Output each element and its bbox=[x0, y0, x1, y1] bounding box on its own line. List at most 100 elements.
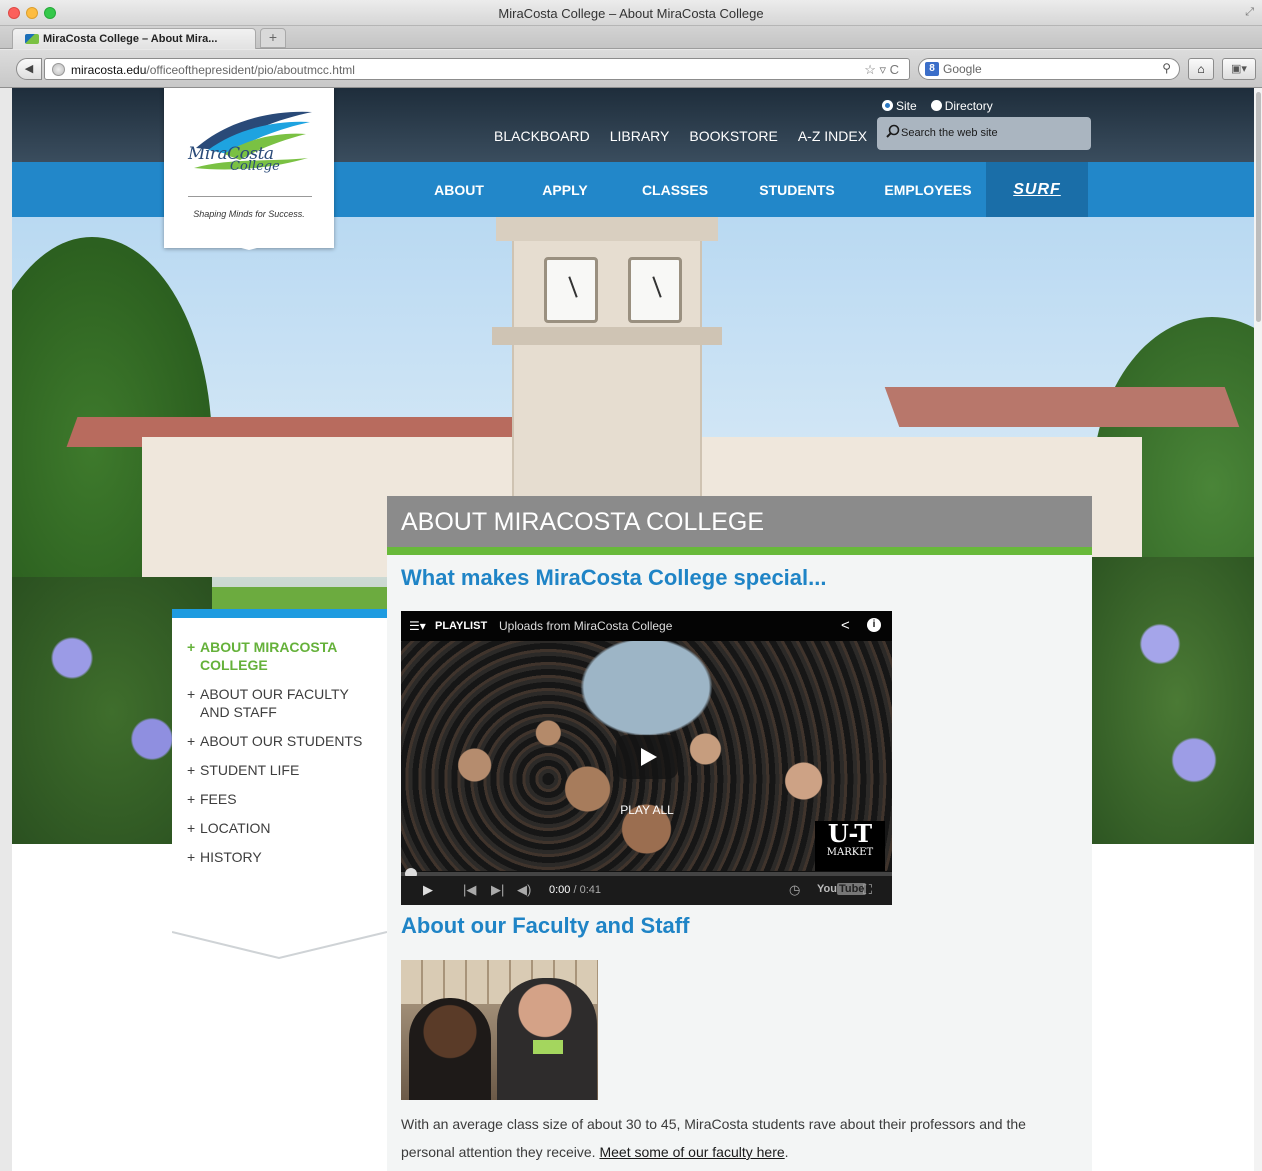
scope-label-directory: Directory bbox=[944, 99, 993, 113]
side-menu: + ABOUT MIRACOSTA COLLEGE + ABOUT OUR FACU… bbox=[187, 638, 377, 877]
side-item-label: ABOUT MIRACOSTA COLLEGE bbox=[200, 639, 337, 673]
playlist-label[interactable]: PLAYLIST bbox=[435, 620, 487, 632]
nav-students[interactable]: STUDENTS bbox=[724, 162, 870, 217]
nav-classes[interactable]: CLASSES bbox=[626, 162, 724, 217]
fullscreen-icon[interactable]: ⤢ bbox=[1245, 6, 1254, 19]
next-icon[interactable]: ▶| bbox=[491, 882, 504, 898]
utility-nav: BLACKBOARD LIBRARY BOOKSTORE A-Z INDEX bbox=[494, 128, 867, 144]
side-item-location[interactable]: + LOCATION bbox=[187, 819, 377, 837]
playlist-icon[interactable]: ☰▾ bbox=[409, 619, 426, 633]
side-item-label: STUDENT LIFE bbox=[200, 762, 300, 778]
search-icon[interactable]: ⚲ bbox=[1162, 61, 1171, 75]
logo-tagline: Shaping Minds for Success. bbox=[193, 209, 305, 219]
side-item-history[interactable]: + HISTORY bbox=[187, 848, 377, 866]
plus-icon: + bbox=[187, 686, 196, 702]
logo-subword: College bbox=[230, 159, 280, 174]
browser-search-field[interactable]: 8 Google ⚲ bbox=[918, 58, 1180, 80]
watch-later-icon[interactable]: ◷ bbox=[789, 882, 800, 898]
util-link-blackboard[interactable]: BLACKBOARD bbox=[494, 128, 590, 144]
scope-option-directory[interactable]: Directory bbox=[930, 99, 993, 113]
scope-label-site: Site bbox=[896, 99, 917, 113]
nav-surf[interactable]: SURF bbox=[986, 162, 1088, 217]
plus-icon: + bbox=[187, 762, 196, 778]
main-nav: ABOUT APPLY CLASSES STUDENTS EMPLOYEES S… bbox=[414, 162, 1088, 217]
faculty-photo bbox=[401, 960, 598, 1100]
tab-title: MiraCosta College – About Mira... bbox=[43, 33, 218, 45]
tab-bar: MiraCosta College – About Mira... + bbox=[0, 26, 1262, 49]
photo-student bbox=[409, 998, 491, 1100]
side-item-faculty-staff[interactable]: + ABOUT OUR FACULTY AND STAFF bbox=[187, 685, 377, 721]
util-link-az-index[interactable]: A-Z INDEX bbox=[798, 128, 867, 144]
plus-icon: + bbox=[187, 849, 196, 865]
back-button[interactable]: ◀ bbox=[16, 58, 42, 80]
side-item-label: HISTORY bbox=[200, 849, 262, 865]
big-play-button[interactable] bbox=[616, 735, 678, 779]
photo-collar bbox=[533, 1040, 563, 1054]
window-title: MiraCosta College – About MiraCosta Coll… bbox=[498, 6, 764, 21]
heading-special: What makes MiraCosta College special... bbox=[401, 565, 827, 590]
site-search-box bbox=[877, 117, 1091, 150]
playlist-title[interactable]: Uploads from MiraCosta College bbox=[499, 619, 672, 633]
youtube-logo[interactable]: You Tube bbox=[817, 883, 867, 895]
nav-about[interactable]: ABOUT bbox=[414, 162, 504, 217]
logo-divider bbox=[188, 196, 312, 197]
page-scrollbar-thumb[interactable] bbox=[1256, 92, 1261, 322]
side-item-student-life[interactable]: + STUDENT LIFE bbox=[187, 761, 377, 779]
youtube-video-player[interactable]: ☰▾ PLAYLIST Uploads from MiraCosta Colle… bbox=[401, 611, 892, 905]
photo-professor bbox=[497, 978, 597, 1100]
hero-flowers-right bbox=[1092, 557, 1254, 844]
nav-apply[interactable]: APPLY bbox=[504, 162, 626, 217]
play-all-button[interactable]: PLAY ALL bbox=[607, 803, 687, 817]
video-time: 0:00 / 0:41 bbox=[549, 884, 601, 896]
clock-face-right bbox=[628, 257, 682, 323]
side-menu-chevron bbox=[172, 931, 387, 960]
side-item-fees[interactable]: + FEES bbox=[187, 790, 377, 808]
side-item-label: FEES bbox=[200, 791, 237, 807]
radio-selected-icon[interactable] bbox=[882, 100, 893, 111]
side-item-about-miracosta[interactable]: + ABOUT MIRACOSTA COLLEGE bbox=[187, 638, 377, 674]
plus-icon: + bbox=[187, 639, 196, 655]
site-search-input[interactable] bbox=[901, 123, 1081, 143]
ut-market-logo: U-T MARKET bbox=[815, 821, 885, 871]
previous-icon[interactable]: |◀ bbox=[463, 882, 476, 898]
play-icon[interactable]: ▶ bbox=[423, 882, 433, 898]
side-item-students[interactable]: + ABOUT OUR STUDENTS bbox=[187, 732, 377, 750]
bookmark-star-icon[interactable]: ☆ ▿ C bbox=[864, 62, 899, 78]
hero-tower-ledge bbox=[492, 327, 722, 345]
side-menu-accent-bar bbox=[172, 609, 387, 618]
address-bar[interactable]: miracosta.edu/officeofthepresident/pio/a… bbox=[44, 58, 910, 80]
side-item-label: ABOUT OUR FACULTY AND STAFF bbox=[200, 686, 349, 720]
volume-icon[interactable]: ◀) bbox=[517, 882, 531, 898]
globe-icon bbox=[52, 63, 65, 76]
google-icon[interactable]: 8 bbox=[925, 62, 939, 76]
youtube-logo-you: You bbox=[817, 883, 837, 895]
heading-faculty: About our Faculty and Staff bbox=[401, 913, 690, 938]
browser-toolbar: ◀ miracosta.edu/officeofthepresident/pio… bbox=[0, 50, 1262, 88]
clock-face-left bbox=[544, 257, 598, 323]
util-link-library[interactable]: LIBRARY bbox=[610, 128, 670, 144]
scope-option-site[interactable]: Site bbox=[882, 99, 917, 113]
nav-employees[interactable]: EMPLOYEES bbox=[870, 162, 986, 217]
share-icon[interactable]: < bbox=[841, 617, 850, 634]
info-icon[interactable]: i bbox=[867, 618, 881, 632]
home-button[interactable]: ⌂ bbox=[1188, 58, 1214, 80]
radio-unselected-icon[interactable] bbox=[930, 100, 942, 111]
content-header-accent bbox=[387, 547, 1092, 555]
meet-faculty-link[interactable]: Meet some of our faculty here bbox=[599, 1144, 784, 1160]
extensions-button[interactable]: ▣▾ bbox=[1222, 58, 1256, 80]
time-current: 0:00 bbox=[549, 884, 571, 896]
util-link-bookstore[interactable]: BOOKSTORE bbox=[689, 128, 777, 144]
plus-icon: + bbox=[187, 733, 196, 749]
page-title: ABOUT MIRACOSTA COLLEGE bbox=[401, 508, 765, 536]
faculty-text-end: . bbox=[784, 1144, 789, 1160]
window-titlebar: MiraCosta College – About MiraCosta Coll… bbox=[0, 0, 1262, 26]
time-total: / 0:41 bbox=[570, 884, 601, 896]
web-page: MiraCosta College Shaping Minds for Succ… bbox=[12, 88, 1254, 1171]
plus-icon: + bbox=[187, 791, 196, 807]
browser-tab[interactable]: MiraCosta College – About Mira... bbox=[12, 28, 256, 49]
search-icon[interactable] bbox=[886, 124, 900, 138]
new-tab-button[interactable]: + bbox=[260, 28, 286, 48]
ut-logo-text: U-T bbox=[827, 819, 873, 848]
hero-tower-cap bbox=[496, 217, 718, 241]
fullscreen-icon[interactable]: ⛶ bbox=[863, 882, 872, 898]
